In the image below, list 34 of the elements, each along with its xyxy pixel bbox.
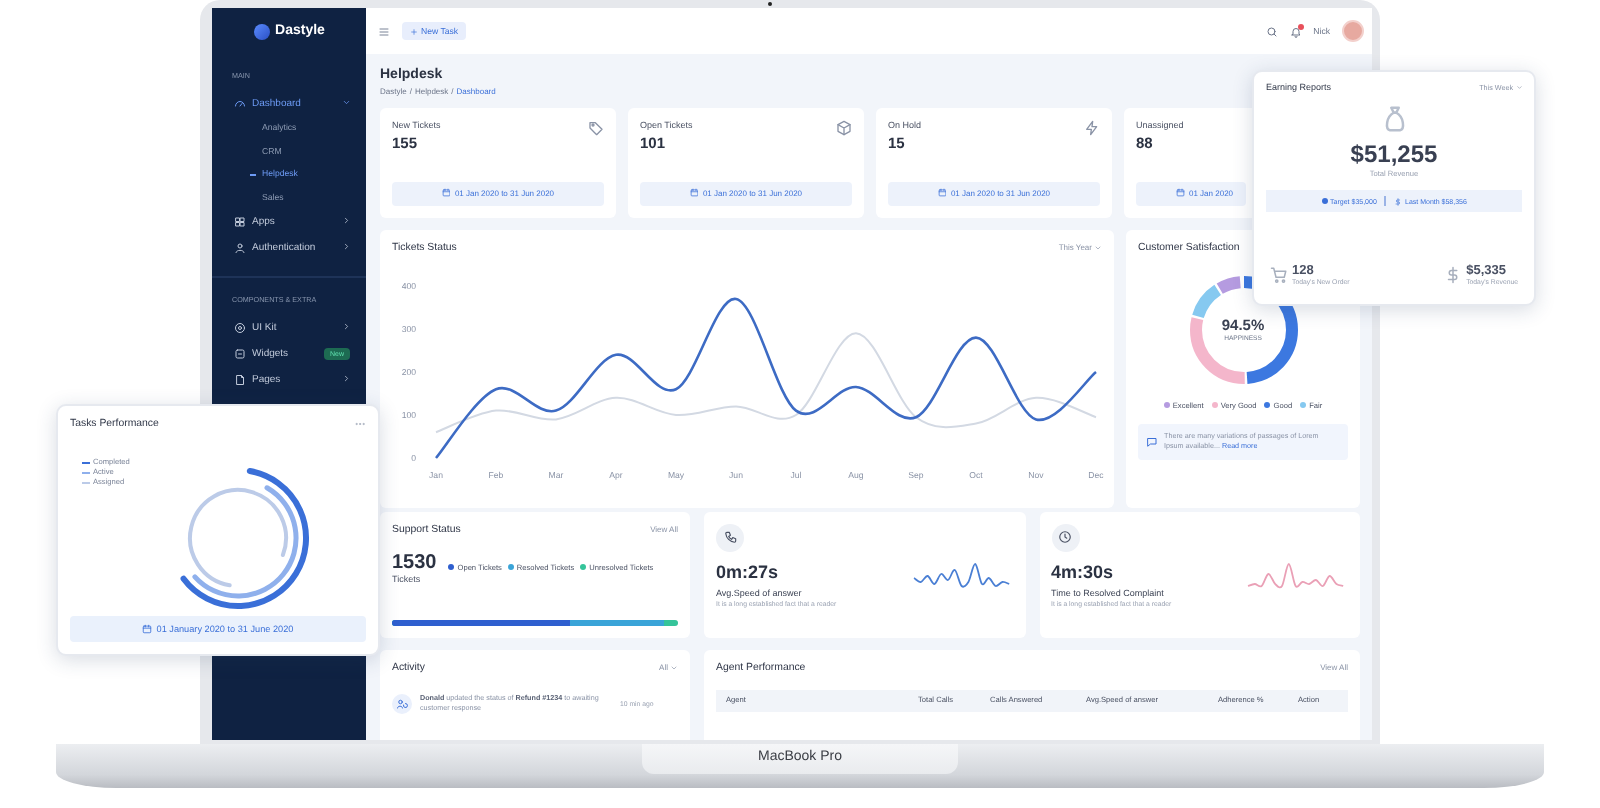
clock-icon: [1058, 530, 1072, 544]
user-icon: [234, 241, 246, 253]
metric-value: 0m:27s: [716, 561, 781, 581]
phone-icon: [723, 530, 737, 544]
cart-icon: [1270, 266, 1288, 284]
logo-icon: [253, 23, 270, 39]
revenue-amount: $51,255: [1348, 140, 1440, 168]
target-icon: [1321, 198, 1328, 204]
avatar[interactable]: [1342, 20, 1364, 42]
calendar-icon: [1176, 188, 1185, 198]
calendar-icon: [441, 188, 451, 198]
search-icon[interactable]: [1265, 25, 1278, 37]
menu-icon[interactable]: [378, 25, 390, 37]
tag-icon: [588, 119, 604, 135]
target-icon: [234, 321, 246, 333]
lightning-icon: [1084, 119, 1100, 135]
notification-dot: [1297, 23, 1304, 29]
grid-icon: [234, 215, 246, 227]
plus-icon: [410, 27, 418, 35]
dollar-icon: [1394, 197, 1402, 205]
dollar-icon: [1444, 266, 1463, 284]
metric-value: 4m:30s: [1051, 561, 1116, 581]
cube-icon: [836, 119, 852, 135]
file-icon: [234, 373, 246, 385]
more-icon[interactable]: [354, 418, 366, 430]
bell-icon[interactable]: [1289, 25, 1302, 37]
gauge-icon: [234, 97, 246, 109]
calendar-icon: [937, 188, 947, 198]
calendar-icon: [689, 188, 699, 198]
chat-icon: [1146, 435, 1158, 448]
ticket-count: 1530: [392, 551, 437, 573]
radial-chart-drawing: [180, 468, 309, 609]
square-icon: [234, 347, 246, 359]
calendar-icon: [142, 624, 153, 634]
